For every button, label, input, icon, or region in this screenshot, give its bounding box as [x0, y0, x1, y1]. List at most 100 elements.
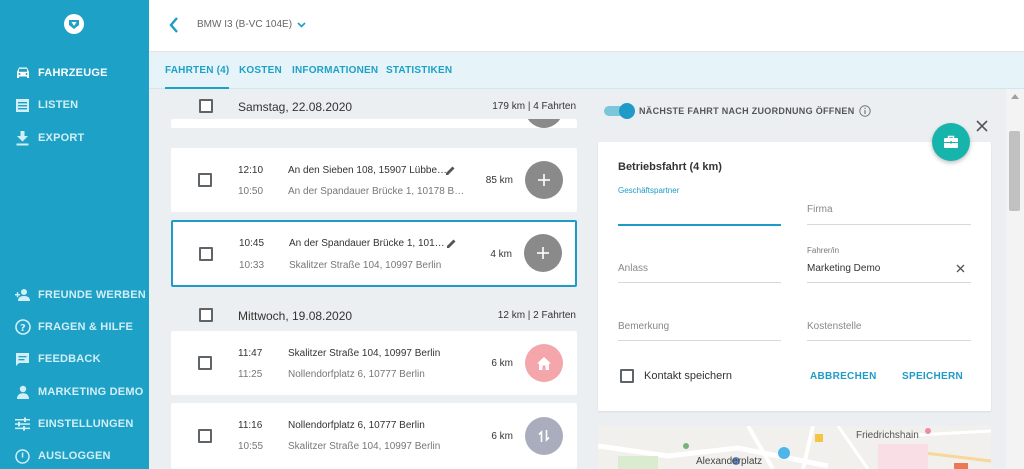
trip-card[interactable]: 12:10 10:50 An den Sieben 108, 15907 Lüb… [171, 148, 577, 212]
trip-list: Samstag, 22.08.2020 179 km | 4 Fahrten 1… [149, 89, 589, 469]
trip-card[interactable]: 11:16 10:55 Nollendorfplatz 6, 10777 Ber… [171, 403, 577, 469]
sidebar-item-label: EINSTELLUNGEN [38, 418, 134, 430]
day-date: Samstag, 22.08.2020 [238, 100, 353, 114]
chevron-down-icon [297, 22, 306, 28]
sidebar-item-freunde-werben[interactable]: FREUNDE WERBEN [0, 283, 149, 307]
day-header: Samstag, 22.08.2020 179 km | 4 Fahrten [171, 91, 589, 121]
tab-fahrten[interactable]: FAHRTEN (4) [165, 65, 230, 89]
sidebar-item-listen[interactable]: LISTEN [0, 93, 149, 117]
map-canvas [598, 426, 991, 469]
trip-end-time: 11:16 [238, 420, 263, 431]
sidebar-item-export[interactable]: EXPORT [0, 126, 149, 150]
trip-card-partial[interactable] [171, 119, 577, 128]
remark-field[interactable]: Bemerkung [618, 301, 781, 341]
tab-bar: FAHRTEN (4) KOSTEN INFORMATIONEN STATIST… [149, 53, 1024, 89]
trip-distance: 85 km [485, 175, 513, 186]
day-checkbox[interactable] [199, 99, 213, 113]
svg-text:?: ? [19, 323, 25, 334]
trip-start-time: 10:33 [239, 260, 265, 271]
plus-icon [538, 174, 550, 186]
day-date: Mittwoch, 19.08.2020 [238, 309, 353, 323]
save-contact-label: Kontakt speichern [644, 370, 733, 382]
trip-end-time: 10:45 [239, 238, 265, 249]
sidebar-item-label: FRAGEN & HILFE [38, 321, 134, 333]
day-summary: 12 km | 2 Fahrten [497, 310, 576, 321]
sidebar-item-einstellungen[interactable]: EINSTELLUNGEN [0, 412, 149, 436]
day-header: Mittwoch, 19.08.2020 12 km | 2 Fahrten [171, 300, 589, 330]
trip-start-time: 10:50 [238, 186, 264, 197]
form-title: Betriebsfahrt (4 km) [618, 161, 722, 173]
trip-distance: 4 km [490, 249, 512, 260]
trip-checkbox[interactable] [198, 429, 212, 443]
auto-open-toggle[interactable] [604, 103, 635, 119]
assign-trip-button[interactable] [525, 161, 563, 199]
trip-checkbox[interactable] [198, 173, 212, 187]
commute-trip-button[interactable] [525, 417, 563, 455]
trip-destination: An den Sieben 108, 15907 Lübbe… [288, 165, 448, 176]
trip-destination: Nollendorfplatz 6, 10777 Berlin [288, 420, 425, 431]
business-partner-field[interactable]: Geschäftspartner [618, 186, 781, 226]
tab-informationen[interactable]: INFORMATIONEN [292, 65, 378, 76]
assign-trip-button[interactable] [524, 234, 562, 272]
info-icon[interactable] [858, 105, 871, 117]
header: BMW I3 (B-VC 104E) [149, 0, 1024, 52]
field-placeholder: Bemerkung [618, 321, 670, 332]
save-contact-checkbox[interactable] [620, 369, 634, 383]
trip-start-time: 10:55 [238, 441, 264, 452]
day-checkbox[interactable] [199, 308, 213, 322]
trip-origin: An der Spandauer Brücke 1, 10178 B… [288, 186, 465, 197]
tab-kosten[interactable]: KOSTEN [239, 65, 282, 76]
field-placeholder: Anlass [618, 263, 649, 274]
trip-assignment-form: Betriebsfahrt (4 km) Geschäftspartner Fi… [598, 142, 991, 411]
clear-icon[interactable] [956, 264, 965, 273]
sidebar-item-fahrzeuge[interactable]: FAHRZEUGE [0, 61, 149, 85]
driver-field[interactable]: Fahrer/in Marketing Demo [807, 243, 971, 283]
trip-checkbox[interactable] [198, 356, 212, 370]
toggle-label: NÄCHSTE FAHRT NACH ZUORDNUNG ÖFFNEN [639, 106, 855, 116]
tab-statistiken[interactable]: STATISTIKEN [386, 65, 452, 76]
pencil-icon[interactable] [446, 238, 457, 249]
trip-origin: Skalitzer Straße 104, 10997 Berlin [289, 260, 442, 271]
plus-icon [537, 247, 549, 259]
map[interactable]: Friedrichshain Alexanderplatz [598, 426, 991, 469]
scroll-up-icon[interactable] [1011, 93, 1019, 99]
field-placeholder: Kostenstelle [807, 321, 862, 332]
business-trip-fab[interactable] [932, 123, 970, 161]
pencil-icon[interactable] [445, 165, 456, 176]
logo-icon[interactable] [64, 14, 84, 34]
sidebar-item-label: EXPORT [38, 132, 85, 144]
private-trip-button[interactable] [525, 344, 563, 382]
close-icon[interactable] [975, 119, 989, 133]
cancel-button[interactable]: ABBRECHEN [810, 371, 877, 382]
sidebar-item-label: MARKETING DEMO [38, 386, 144, 398]
map-label-alexanderplatz: Alexanderplatz [696, 456, 763, 467]
scrollbar-thumb[interactable] [1009, 131, 1020, 211]
sidebar-item-fragen-hilfe[interactable]: ? FRAGEN & HILFE [0, 315, 149, 339]
sidebar-item-ausloggen[interactable]: AUSLOGGEN [0, 444, 149, 468]
day-summary: 179 km | 4 Fahrten [492, 101, 576, 112]
trip-card-selected[interactable]: 10:45 10:33 An der Spandauer Brücke 1, 1… [171, 220, 577, 287]
home-icon [537, 356, 551, 370]
trip-card[interactable]: 11:47 11:25 Skalitzer Straße 104, 10997 … [171, 331, 577, 395]
trip-destination: Skalitzer Straße 104, 10997 Berlin [288, 348, 441, 359]
sidebar-item-label: LISTEN [38, 99, 79, 111]
cost-center-field[interactable]: Kostenstelle [807, 301, 971, 341]
trip-origin: Nollendorfplatz 6, 10777 Berlin [288, 369, 425, 380]
list-icon [14, 97, 31, 114]
trip-action-button[interactable] [525, 119, 563, 128]
add-user-icon [14, 287, 31, 304]
vehicle-selector[interactable]: BMW I3 (B-VC 104E) [197, 19, 306, 30]
company-field[interactable]: Firma [807, 185, 971, 225]
trip-checkbox[interactable] [199, 247, 213, 261]
download-icon [14, 130, 31, 147]
sidebar-item-feedback[interactable]: FEEDBACK [0, 347, 149, 371]
back-arrow-icon[interactable] [167, 16, 181, 34]
reason-field[interactable]: Anlass [618, 243, 781, 283]
field-value: Marketing Demo [807, 263, 881, 274]
sidebar-item-label: AUSLOGGEN [38, 450, 111, 462]
sidebar-item-marketing-demo[interactable]: MARKETING DEMO [0, 380, 149, 404]
power-icon [14, 448, 31, 465]
feedback-icon [14, 351, 31, 368]
swap-vertical-icon [538, 430, 550, 442]
save-button[interactable]: SPEICHERN [902, 371, 963, 382]
